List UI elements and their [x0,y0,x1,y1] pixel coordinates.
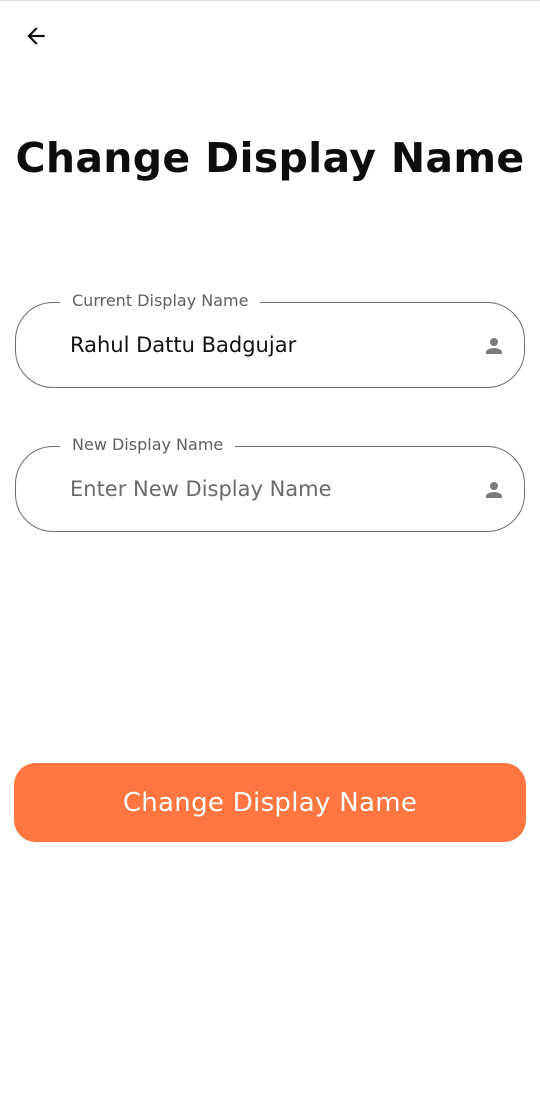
back-button[interactable] [18,20,54,56]
new-display-name-field[interactable]: New Display Name [15,432,525,532]
current-display-name-field[interactable]: Current Display Name Rahul Dattu Badguja… [15,288,525,388]
top-divider [0,0,540,1]
new-display-name-input[interactable] [70,473,460,505]
current-display-name-label: Current Display Name [60,288,261,314]
current-display-name-value: Rahul Dattu Badgujar [70,333,297,357]
person-icon [482,334,506,358]
arrow-left-icon [23,23,49,53]
person-icon [482,478,506,502]
page-title: Change Display Name [15,134,525,182]
change-display-name-button[interactable]: Change Display Name [14,763,526,842]
new-display-name-label: New Display Name [60,432,236,458]
